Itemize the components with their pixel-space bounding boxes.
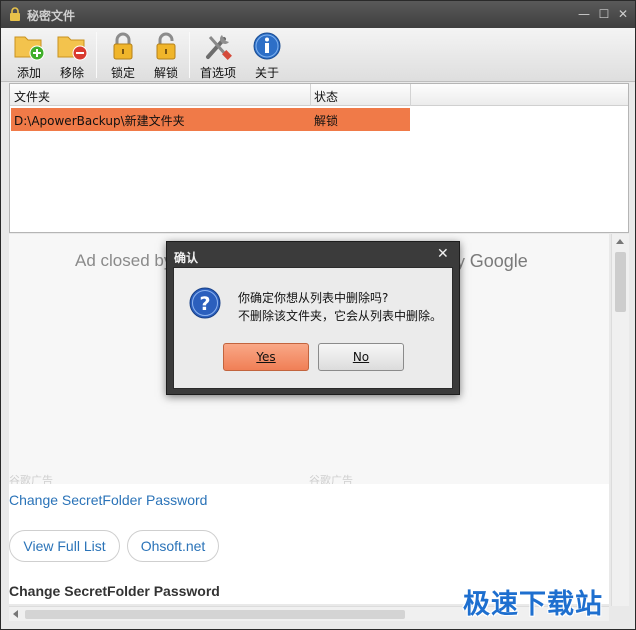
title-bar[interactable]: 秘密文件 — ☐ ✕: [1, 1, 635, 28]
preferences-button[interactable]: 首选项: [195, 30, 241, 80]
remove-label: 移除: [59, 66, 84, 80]
watermark: 极速下载站: [463, 589, 603, 620]
column-divider[interactable]: [410, 84, 411, 106]
folder-list[interactable]: 文件夹 状态 D:\ApowerBackup\新建文件夹 解锁: [9, 83, 629, 233]
app-window: 秘密文件 — ☐ ✕ 添加 移除 锁定 解锁 首选项 关于 文件夹 状态 D:\…: [0, 0, 636, 630]
confirm-dialog: 确认 ✕ ? 你确定你想从列表中删除吗? 不删除该文件夹，它会从列表中删除。 Y…: [166, 241, 460, 395]
row-status: 解锁: [314, 114, 339, 128]
no-button[interactable]: No: [318, 343, 404, 371]
dialog-message-line2: 不删除该文件夹，它会从列表中删除。: [238, 309, 443, 323]
dialog-close-icon[interactable]: ✕: [437, 246, 449, 262]
window-title: 秘密文件: [27, 9, 76, 23]
ad-closed-text: Ad closed by: [75, 251, 173, 270]
about-button[interactable]: 关于: [246, 30, 288, 80]
list-header: 文件夹 状态: [10, 84, 628, 106]
close-window-button[interactable]: ✕: [614, 5, 632, 23]
table-row[interactable]: D:\ApowerBackup\新建文件夹 解锁: [11, 108, 410, 131]
svg-text:?: ?: [199, 293, 210, 315]
folder-remove-icon: [57, 36, 88, 61]
yes-label: Yes: [256, 350, 276, 364]
toolbar-separator: [96, 32, 97, 78]
minimize-button[interactable]: —: [575, 5, 593, 23]
info-icon: [253, 32, 281, 60]
maximize-button[interactable]: ☐: [595, 5, 613, 23]
dialog-title: 确认: [174, 251, 199, 265]
dialog-message-line1: 你确定你想从列表中删除吗?: [238, 291, 389, 305]
scroll-up-arrow-icon[interactable]: [616, 239, 624, 244]
scroll-left-arrow-icon[interactable]: [13, 610, 18, 618]
yes-button[interactable]: Yes: [223, 343, 309, 371]
remove-button[interactable]: 移除: [51, 30, 93, 80]
toolbar-separator: [189, 32, 190, 78]
ohsoft-link-button[interactable]: Ohsoft.net: [127, 530, 219, 562]
about-label: 关于: [254, 66, 279, 80]
scroll-thumb[interactable]: [615, 252, 626, 312]
dialog-body: ? 你确定你想从列表中删除吗? 不删除该文件夹，它会从列表中删除。 Yes No: [173, 267, 453, 389]
column-divider[interactable]: [310, 84, 311, 106]
question-icon: ?: [189, 287, 221, 319]
google-logo-text: Google: [469, 251, 528, 271]
no-label: No: [352, 350, 370, 364]
add-label: 添加: [16, 66, 41, 80]
unlock-button[interactable]: 解锁: [145, 30, 187, 80]
padlock-closed-icon: [113, 32, 133, 60]
change-password-link[interactable]: Change SecretFolder Password: [9, 492, 207, 508]
toolbar: 添加 移除 锁定 解锁 首选项 关于: [1, 28, 635, 82]
padlock-open-icon: [156, 32, 176, 60]
row-folder-path: D:\ApowerBackup\新建文件夹: [14, 114, 185, 128]
add-button[interactable]: 添加: [8, 30, 50, 80]
column-header-status[interactable]: 状态: [314, 88, 338, 105]
lock-label: 锁定: [110, 66, 135, 80]
view-full-list-button[interactable]: View Full List: [9, 530, 120, 562]
lock-app-icon: [10, 7, 20, 21]
lock-button[interactable]: 锁定: [102, 30, 144, 80]
tools-icon: [206, 35, 232, 60]
section-heading: Change SecretFolder Password: [9, 583, 220, 599]
vertical-scrollbar[interactable]: [611, 234, 629, 606]
scroll-thumb[interactable]: [25, 610, 405, 619]
unlock-label: 解锁: [153, 66, 178, 80]
column-header-folder[interactable]: 文件夹: [14, 88, 50, 105]
preferences-label: 首选项: [199, 66, 236, 80]
folder-add-icon: [14, 36, 45, 61]
